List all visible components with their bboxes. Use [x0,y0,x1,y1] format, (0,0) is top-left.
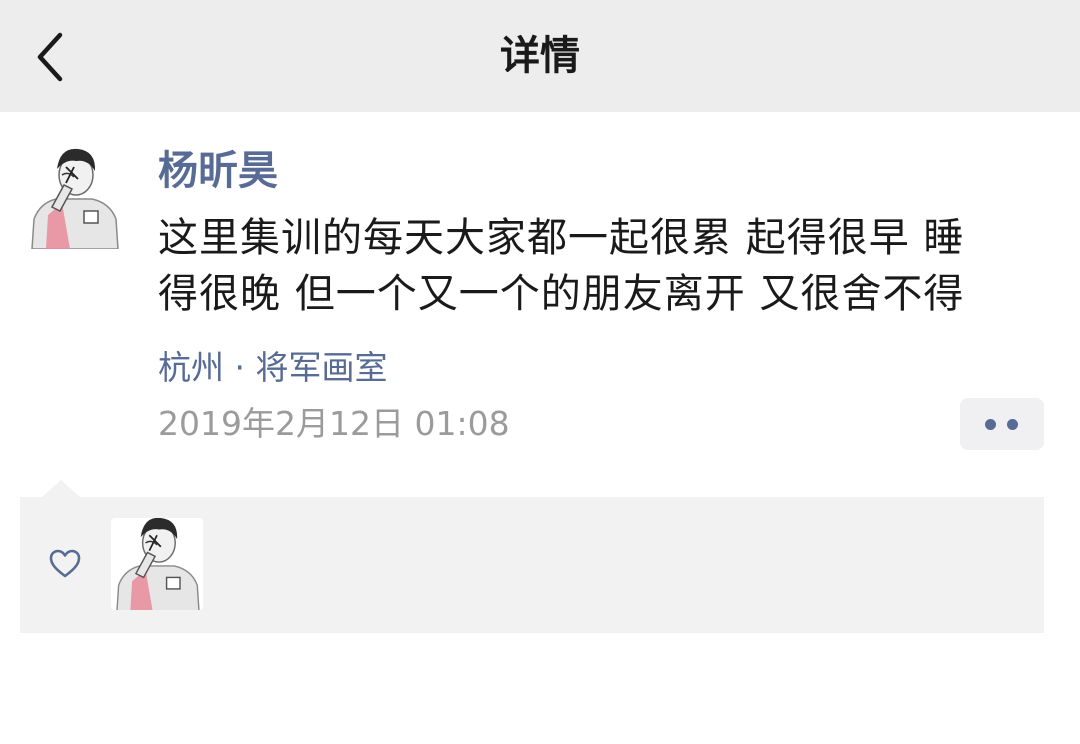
post-text-line: 这里集训的每天大家都一起很累 起得很早 睡 [158,215,965,261]
author-avatar[interactable] [26,145,122,250]
location-link[interactable]: 杭州 · 将军画室 [158,346,387,390]
post-content: 这里集训的每天大家都一起很累 起得很早 睡 得很晚 但一个又一个的朋友离开 又很… [158,210,1058,322]
nav-bar: 详情 [0,0,1080,112]
more-actions-button[interactable] [960,398,1044,450]
liker-avatar[interactable] [111,518,203,610]
page-title: 详情 [500,33,580,79]
post-timestamp: 2019年2月12日 01:08 [158,404,510,443]
author-name[interactable]: 杨昕昊 [158,146,278,196]
post-text-line: 得很晚 但一个又一个的朋友离开 又很舍不得 [158,271,965,317]
likes-pointer [42,480,80,497]
heart-outline-icon [48,548,82,580]
moments-detail-page: 详情 杨昕昊 这里集训的每天大家都一起很累 起得很早 睡 得很晚 但一个又一个的… [0,0,1080,744]
